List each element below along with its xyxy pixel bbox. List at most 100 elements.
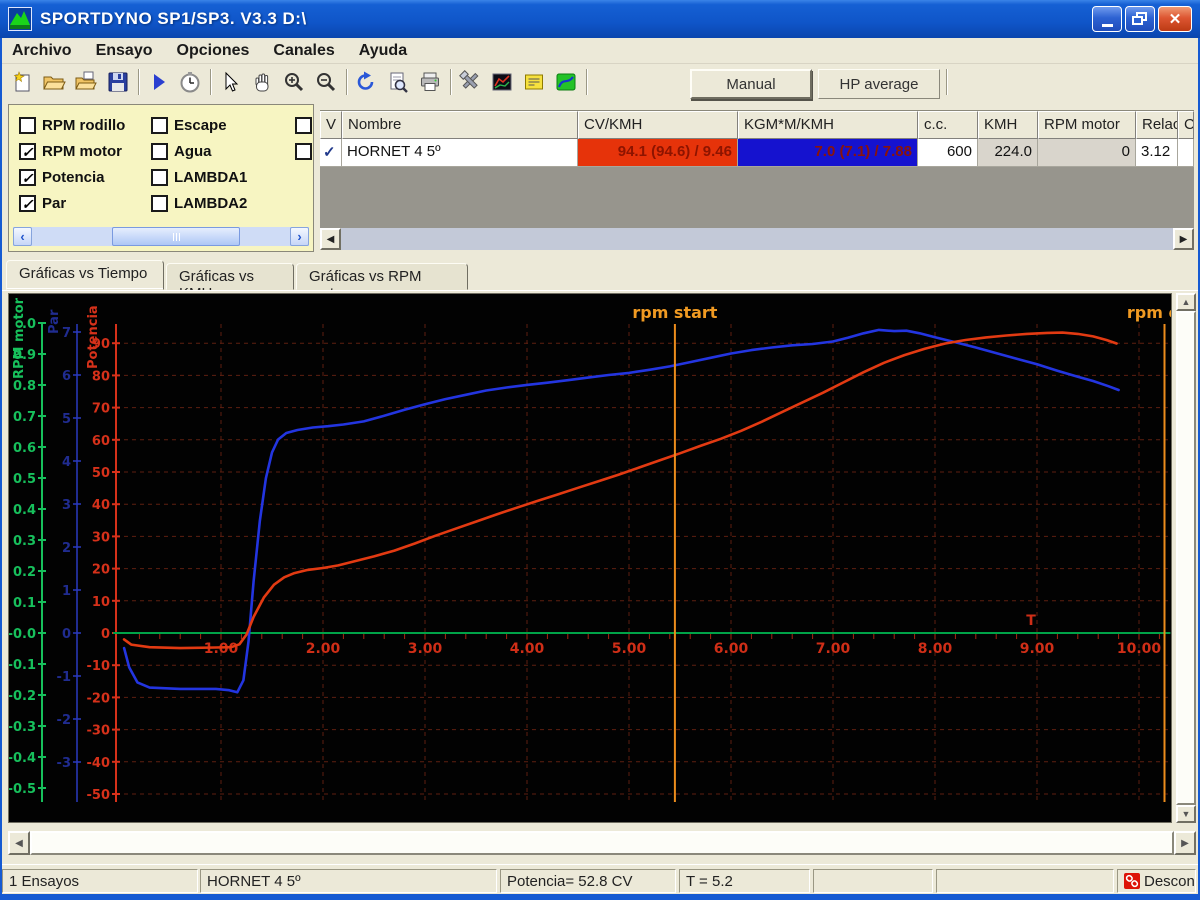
scroll-right-icon[interactable]: ▶ [1173,228,1194,250]
checkbox-potencia[interactable]: ✓ Potencia [19,169,105,186]
print-preview-icon[interactable] [384,68,412,96]
table-row[interactable]: ✓ HORNET 4 5º 94.1 (94.6) / 9.46 7.0 (7.… [320,139,1194,167]
col-header-relacion[interactable]: Relación [1136,111,1178,139]
scroll-left-icon[interactable]: ◀ [320,228,341,250]
tab-graficas-vs-rpm-motor[interactable]: Gráficas vs RPM motor [296,263,468,302]
timer-icon[interactable] [176,68,204,96]
checkbox-box[interactable] [151,169,168,186]
svg-text:-40: -40 [87,756,111,771]
status-ensayos: 1 Ensayos [2,869,198,893]
col-header-cv-kmh[interactable]: CV/KMH [578,111,738,139]
col-header-kmh[interactable]: KMH [978,111,1038,139]
row-check-icon[interactable]: ✓ [320,139,342,167]
svg-text:7.00: 7.00 [816,641,851,657]
checkbox-box[interactable]: ✓ [19,143,36,160]
checkbox-clipped-2[interactable]: S [295,143,313,160]
status-connection: Desconectado [1117,869,1196,893]
scroll-left-icon[interactable]: ◀ [8,831,30,855]
row-cv-kmh[interactable]: 94.1 (94.6) / 9.46 [578,139,738,167]
restore-button[interactable] [1125,6,1155,32]
graph-image-icon[interactable] [488,68,516,96]
channel-panel-scrollbar[interactable]: ‹ › [13,227,309,246]
manual-button[interactable]: Manual [690,69,812,99]
menu-ensayo[interactable]: Ensayo [84,40,165,62]
menu-opciones[interactable]: Opciones [165,40,262,62]
scroll-up-icon[interactable]: ▲ [1176,293,1196,311]
tools-icon[interactable] [456,68,484,96]
minimize-button[interactable] [1092,6,1122,32]
scroll-right-icon[interactable]: › [290,227,309,246]
row-nombre[interactable]: HORNET 4 5º [342,139,578,167]
menu-archivo[interactable]: Archivo [0,40,84,62]
col-header-rpm-motor[interactable]: RPM motor [1038,111,1136,139]
col-header-v[interactable]: V [320,111,342,139]
start-run-icon[interactable] [144,68,172,96]
col-header-kgm-kmh[interactable]: KGM*M/KMH [738,111,918,139]
checkbox-agua[interactable]: Agua [151,143,212,160]
pan-hand-icon[interactable] [248,68,276,96]
svg-text:0.4: 0.4 [13,503,36,518]
tab-graficas-vs-kmh[interactable]: Gráficas vs KMH [166,263,294,302]
col-header-cc[interactable]: c.c. [918,111,978,139]
close-button[interactable]: ✕ [1158,6,1192,32]
checkbox-box[interactable] [151,143,168,160]
menu-bar: Archivo Ensayo Opciones Canales Ayuda [0,38,1200,64]
notes-icon[interactable] [520,68,548,96]
pointer-icon[interactable] [216,68,244,96]
row-kmh[interactable]: 224.0 [978,139,1038,167]
row-rpm-motor[interactable]: 0 [1038,139,1136,167]
checkbox-lambda2[interactable]: LAMBDA2 [151,195,247,212]
open-folder-icon[interactable] [40,68,68,96]
checkbox-rpm-motor[interactable]: ✓ RPM motor [19,143,122,160]
title-bar[interactable]: SPORTDYNO SP1/SP3. V3.3 D:\ ✕ [0,0,1200,38]
svg-text:0: 0 [62,627,71,642]
chart-vertical-scrollbar[interactable]: ▲ ▼ [1176,293,1196,823]
save-icon[interactable] [104,68,132,96]
checkbox-par[interactable]: ✓ Par [19,195,66,212]
open-project-icon[interactable] [72,68,100,96]
checkbox-clipped-1[interactable]: S [295,117,313,134]
scrollbar-thumb[interactable] [112,227,240,246]
checkbox-box[interactable]: ✓ [19,169,36,186]
graph-view-icon[interactable] [552,68,580,96]
checkbox-box[interactable] [151,117,168,134]
table-scrollbar[interactable]: ◀ ▶ [320,228,1194,250]
checkbox-box[interactable]: ✓ [19,195,36,212]
row-relacion[interactable]: 3.12 [1136,139,1178,167]
svg-text:0.8: 0.8 [13,379,36,394]
svg-text:RPM motor: RPM motor [12,297,27,379]
menu-ayuda[interactable]: Ayuda [347,40,419,62]
svg-text:0.7: 0.7 [13,410,36,425]
col-header-co[interactable]: Co [1178,111,1194,139]
scroll-left-icon[interactable]: ‹ [13,227,32,246]
checkbox-rpm-rodillo[interactable]: RPM rodillo [19,117,125,134]
scroll-down-icon[interactable]: ▼ [1176,805,1196,823]
zoom-in-icon[interactable] [280,68,308,96]
zoom-out-icon[interactable] [312,68,340,96]
tab-graficas-vs-tiempo[interactable]: Gráficas vs Tiempo [6,260,164,290]
row-cc[interactable]: 600 [918,139,978,167]
svg-text:-0.0: -0.0 [9,627,36,642]
checkbox-box[interactable] [19,117,36,134]
chart-area[interactable]: .0 0.9 0.8 0.7 0.6 0.5 0.4 0.3 0.2 0.1 -0.0 -0.1 -0.… [8,293,1172,823]
scrollbar-thumb[interactable] [1176,311,1196,805]
toolbar-separator [210,69,212,95]
checkbox-box[interactable] [151,195,168,212]
chart-horizontal-scrollbar[interactable]: ◀ ▶ [8,831,1196,855]
col-header-nombre[interactable]: Nombre [342,111,578,139]
scroll-right-icon[interactable]: ▶ [1174,831,1196,855]
refresh-icon[interactable] [352,68,380,96]
checkbox-lambda1[interactable]: LAMBDA1 [151,169,247,186]
toolbar: Manual HP average [0,64,1200,100]
checkbox-box[interactable] [295,117,312,134]
svg-text:5: 5 [62,412,71,427]
menu-canales[interactable]: Canales [261,40,346,62]
new-file-icon[interactable] [8,68,36,96]
scrollbar-thumb[interactable] [30,831,1174,855]
checkbox-escape[interactable]: Escape [151,117,227,134]
print-icon[interactable] [416,68,444,96]
checkbox-box[interactable] [295,143,312,160]
hp-average-button[interactable]: HP average [818,69,940,99]
row-kgm-kmh[interactable]: 7.0 (7.1) / 7.88 [738,139,918,167]
svg-text:2: 2 [62,541,71,556]
